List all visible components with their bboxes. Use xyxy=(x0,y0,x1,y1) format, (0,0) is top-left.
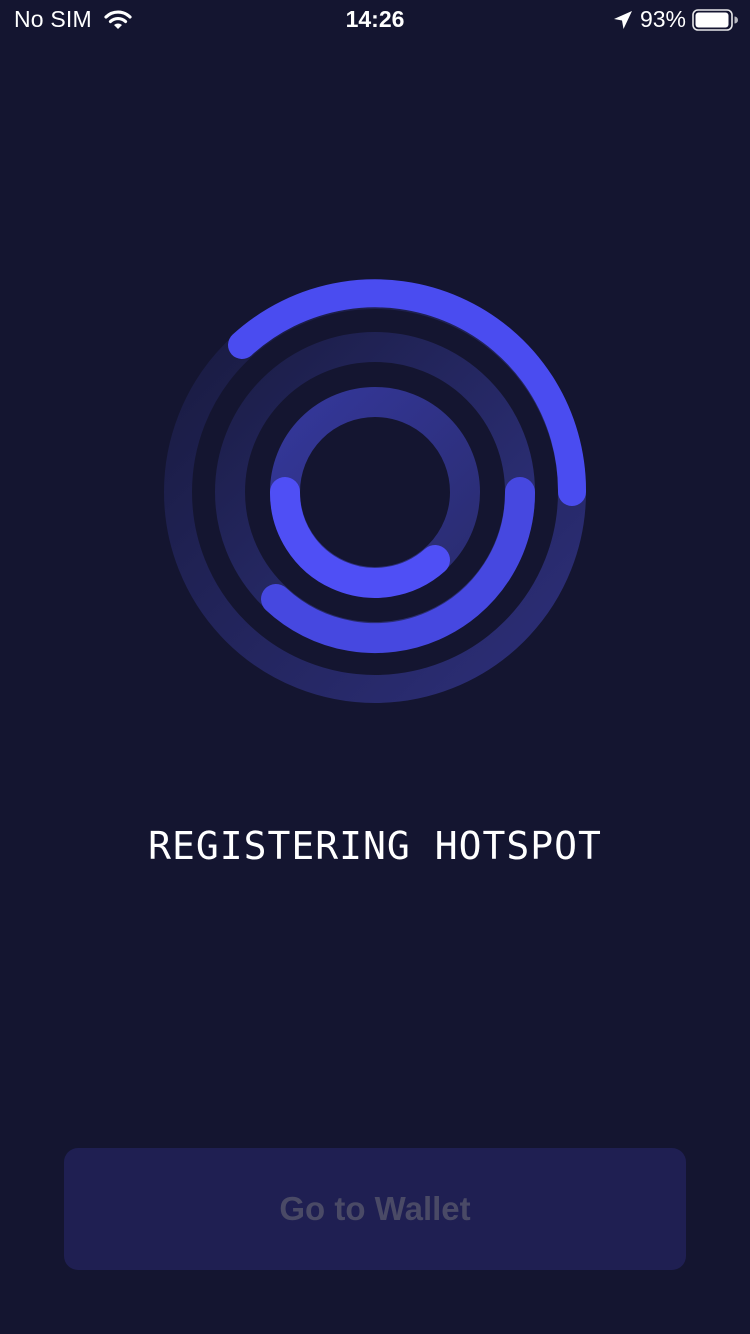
page-title: REGISTERING HOTSPOT xyxy=(148,824,602,868)
battery-icon xyxy=(692,8,738,31)
status-right: 93% xyxy=(612,6,738,33)
loading-rings-icon xyxy=(164,279,587,703)
location-arrow-icon xyxy=(613,10,632,29)
status-bar: No SIM 14:26 93% xyxy=(0,0,750,40)
go-to-wallet-button[interactable]: Go to Wallet xyxy=(64,1148,686,1270)
battery-percent: 93% xyxy=(639,6,686,32)
